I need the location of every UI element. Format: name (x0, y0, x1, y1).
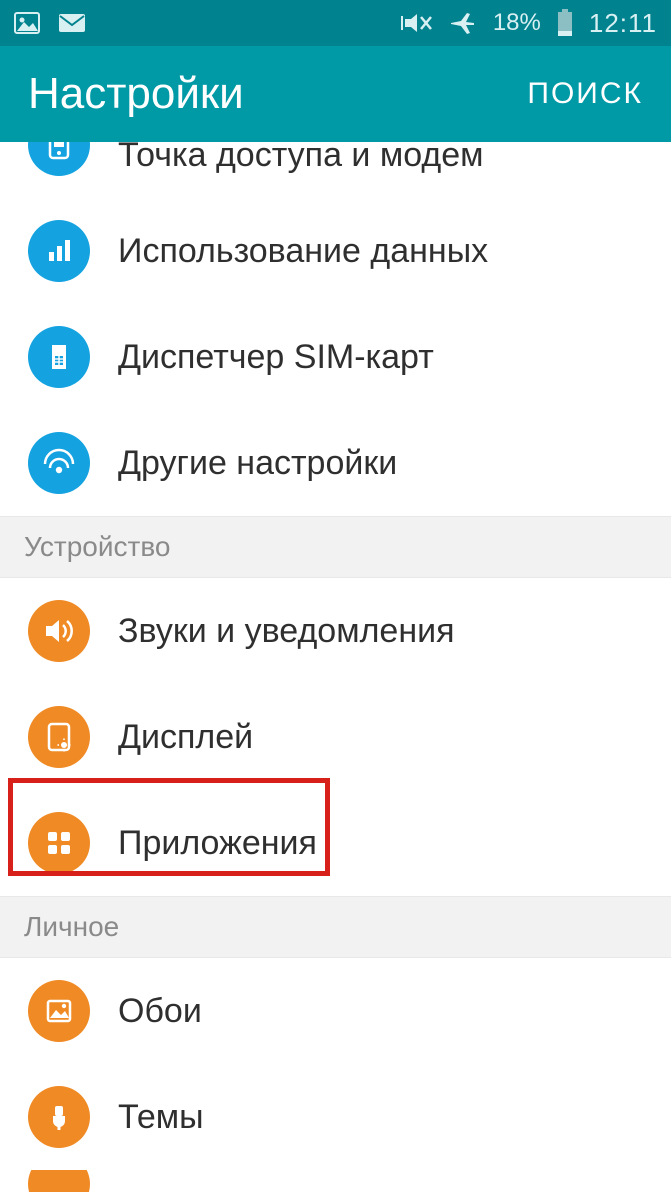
settings-list[interactable]: Точка доступа и модем Использование данн… (0, 142, 671, 1192)
apps-icon (28, 812, 90, 874)
settings-item-label: Другие настройки (118, 444, 397, 483)
wallpaper-icon (28, 980, 90, 1042)
settings-item-label: Приложения (118, 824, 317, 863)
status-clock: 12:11 (589, 8, 657, 39)
settings-item-more-network[interactable]: Другие настройки (0, 410, 671, 516)
settings-item-sounds[interactable]: Звуки и уведомления (0, 578, 671, 684)
settings-item-themes[interactable]: Темы (0, 1064, 671, 1170)
app-bar: Настройки ПОИСК (0, 46, 671, 142)
settings-item-label: Диспетчер SIM-карт (118, 338, 434, 377)
settings-item-hotspot[interactable]: Точка доступа и модем (0, 142, 671, 198)
mail-icon (58, 13, 86, 33)
page-title: Настройки (28, 69, 244, 119)
settings-item-label: Звуки и уведомления (118, 612, 455, 651)
settings-item-data-usage[interactable]: Использование данных (0, 198, 671, 304)
status-bar: 18% 12:11 (0, 0, 671, 46)
battery-icon (557, 9, 573, 37)
settings-item-label: Дисплей (118, 718, 253, 757)
picture-icon (14, 12, 40, 34)
hotspot-icon (28, 142, 90, 176)
settings-item-label: Темы (118, 1098, 204, 1137)
themes-icon (28, 1086, 90, 1148)
battery-percent: 18% (493, 9, 541, 37)
airplane-icon (449, 10, 477, 36)
partial-icon (28, 1170, 90, 1192)
display-icon (28, 706, 90, 768)
vibrate-mute-icon (401, 10, 433, 36)
settings-item-applications[interactable]: Приложения (0, 790, 671, 896)
section-header-personal: Личное (0, 896, 671, 958)
section-header-device: Устройство (0, 516, 671, 578)
wireless-more-icon (28, 432, 90, 494)
settings-item-wallpaper[interactable]: Обои (0, 958, 671, 1064)
settings-item-label: Точка доступа и модем (118, 142, 484, 175)
settings-item-label: Обои (118, 992, 202, 1031)
search-button[interactable]: ПОИСК (527, 77, 643, 111)
settings-item-display[interactable]: Дисплей (0, 684, 671, 790)
settings-item-label: Использование данных (118, 232, 488, 271)
sim-card-icon (28, 326, 90, 388)
settings-item-sim-manager[interactable]: Диспетчер SIM-карт (0, 304, 671, 410)
sound-icon (28, 600, 90, 662)
data-usage-icon (28, 220, 90, 282)
settings-item-partial[interactable] (0, 1170, 671, 1192)
